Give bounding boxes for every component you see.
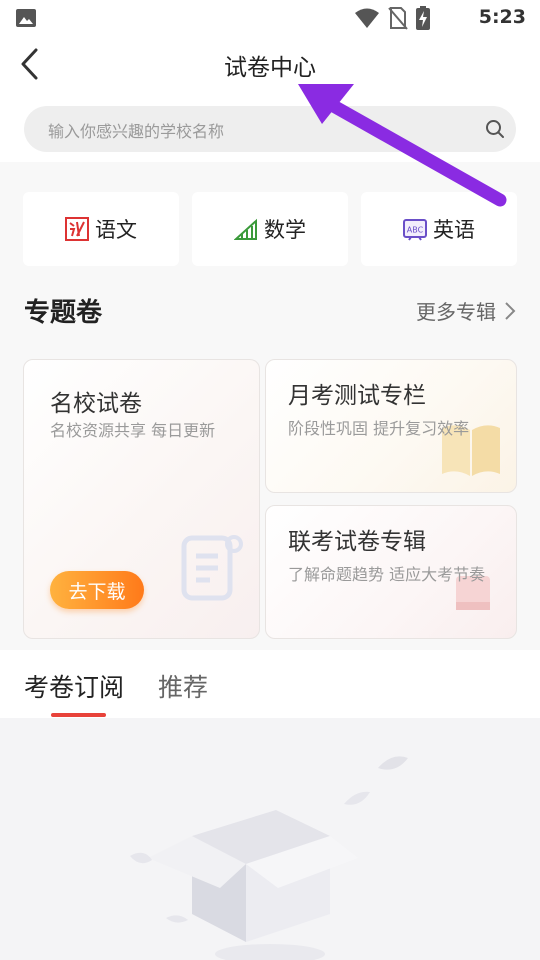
card-title: 联考试卷专辑 (288, 529, 426, 555)
card-subtitle: 阶段性巩固 提升复习效率 (288, 419, 470, 438)
svg-text:ABC: ABC (407, 226, 424, 235)
tab-subscribe[interactable]: 考卷订阅 (24, 668, 124, 704)
card-subtitle: 了解命题趋势 适应大考节奏 (288, 565, 486, 584)
search-icon[interactable] (484, 118, 506, 140)
chevron-right-icon (505, 301, 516, 320)
subject-chinese[interactable]: 语文 (23, 192, 179, 266)
header: 试卷中心 (0, 36, 540, 94)
section-title: 专题卷 (24, 298, 103, 328)
card-famous-school[interactable]: 名校试卷 名校资源共享 每日更新 去下载 (23, 359, 260, 639)
card-subtitle: 名校资源共享 每日更新 (50, 421, 216, 440)
status-bar: 5:23 (0, 0, 540, 36)
battery-charging-icon (416, 6, 430, 30)
subject-label: 英语 (433, 218, 475, 242)
subject-english[interactable]: ABC 英语 (361, 192, 517, 266)
card-title: 名校试卷 (50, 391, 142, 417)
tab-recommend[interactable]: 推荐 (158, 668, 208, 704)
empty-box-illustration (130, 756, 408, 960)
download-button[interactable]: 去下载 (50, 571, 144, 609)
card-monthly-tests[interactable]: 月考测试专栏 阶段性巩固 提升复习效率 (265, 359, 517, 493)
empty-state (0, 718, 540, 960)
tab-bar: 考卷订阅 推荐 (0, 650, 540, 718)
more-albums-link[interactable]: 更多专辑 (416, 296, 516, 325)
more-albums-label: 更多专辑 (416, 300, 496, 324)
subject-math[interactable]: 数学 (192, 192, 348, 266)
english-abc-icon: ABC (403, 219, 427, 241)
math-subject-icon (234, 218, 257, 240)
no-sim-icon (388, 7, 408, 30)
chinese-subject-icon (65, 217, 89, 241)
wifi-icon (355, 8, 379, 28)
search-input[interactable]: 输入你感兴趣的学校名称 (48, 118, 224, 142)
card-joint-exams[interactable]: 联考试卷专辑 了解命题趋势 适应大考节奏 (265, 505, 517, 639)
status-time: 5:23 (478, 6, 526, 28)
status-icons (354, 6, 430, 30)
active-tab-indicator (51, 713, 106, 717)
subject-label: 语文 (95, 218, 137, 242)
search-bar[interactable]: 输入你感兴趣的学校名称 (24, 106, 516, 152)
card-title: 月考测试专栏 (288, 383, 426, 409)
scroll-icon (181, 535, 243, 601)
page-title: 试卷中心 (224, 55, 316, 81)
subject-label: 数学 (264, 218, 306, 242)
gallery-icon (16, 9, 36, 27)
